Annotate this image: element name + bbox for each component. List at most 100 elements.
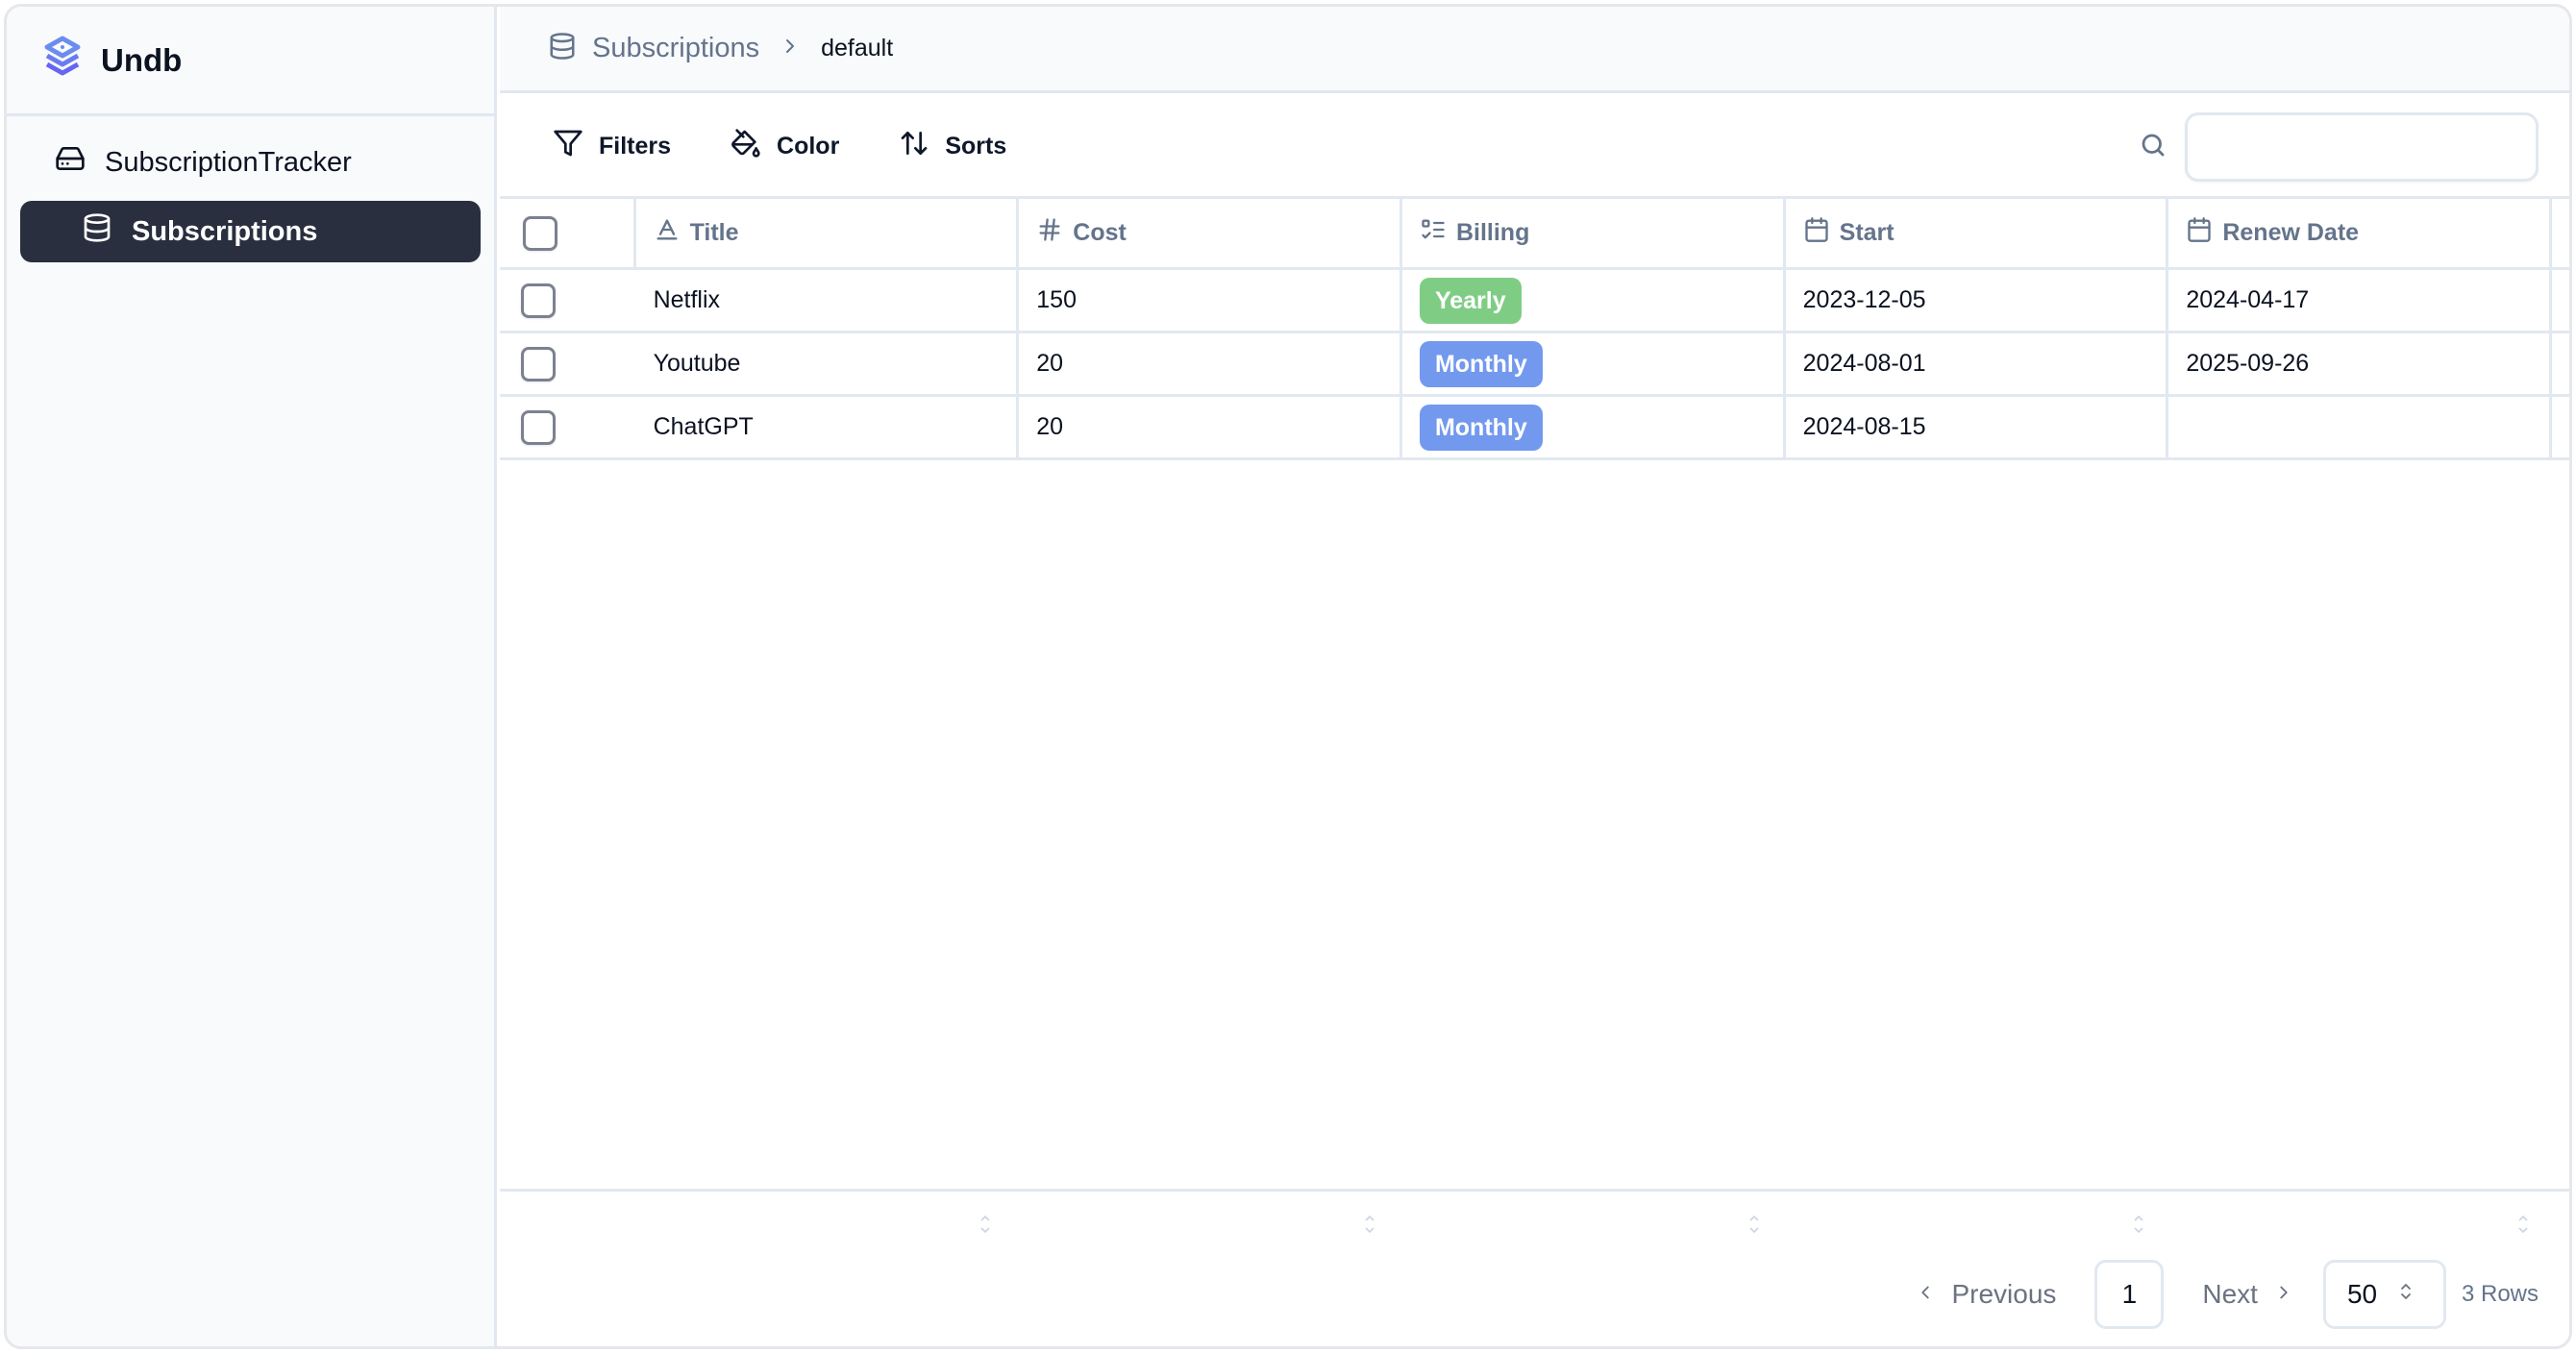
- cost-value: 20: [1036, 413, 1064, 440]
- sidebar: Undb SubscriptionTracker Subscriptions: [7, 7, 497, 1346]
- table-row[interactable]: Youtube 20 Monthly 2024-08-01 2025-09-26: [500, 333, 2569, 397]
- filter-icon: [553, 128, 599, 165]
- cost-cell[interactable]: 20: [1019, 333, 1402, 394]
- start-cell[interactable]: 2023-12-05: [1786, 270, 2169, 331]
- billing-cell[interactable]: Monthly: [1402, 333, 1786, 394]
- search: [2139, 112, 2539, 182]
- billing-badge: Yearly: [1419, 277, 1522, 324]
- sidebar-item-label: Subscriptions: [132, 215, 318, 247]
- renew-date-cell[interactable]: 2024-04-17: [2168, 270, 2553, 331]
- column-header-title[interactable]: Title: [636, 199, 1020, 267]
- select-all-cell: [500, 199, 636, 267]
- cost-cell[interactable]: 20: [1019, 397, 1402, 457]
- breadcrumb: Subscriptions default: [500, 7, 2569, 93]
- column-label: Renew Date: [2222, 219, 2360, 246]
- main-panel: Subscriptions default Filters Color Sort…: [500, 7, 2569, 1346]
- sorts-label: Sorts: [945, 132, 1007, 160]
- column-header-renew-date[interactable]: Renew Date: [2168, 199, 2553, 267]
- chevrons-up-down-icon[interactable]: [2515, 1213, 2531, 1236]
- table-header-row: Title Cost Billing Start Renew Date: [500, 199, 2569, 270]
- color-button[interactable]: Color: [731, 128, 839, 165]
- calendar-icon: [2186, 216, 2222, 250]
- chevron-left-icon: [1915, 1279, 1951, 1310]
- chevrons-up-down-icon[interactable]: [2131, 1213, 2146, 1236]
- row-select-cell: [500, 397, 636, 457]
- title-cell[interactable]: ChatGPT: [636, 397, 1020, 457]
- aggregate-row: [500, 1189, 2569, 1246]
- column-label: Start: [1839, 219, 1895, 246]
- list-checks-icon: [1420, 216, 1456, 250]
- sidebar-nav: SubscriptionTracker Subscriptions: [7, 116, 494, 262]
- app-name: Undb: [101, 41, 183, 78]
- billing-cell[interactable]: Monthly: [1402, 397, 1786, 457]
- title-cell[interactable]: Youtube: [636, 333, 1020, 394]
- column-header-billing[interactable]: Billing: [1402, 199, 1786, 267]
- column-label: Billing: [1455, 219, 1530, 246]
- start-cell[interactable]: 2024-08-01: [1786, 333, 2169, 394]
- database-icon: [548, 31, 592, 66]
- title-value: Youtube: [653, 350, 741, 377]
- billing-badge: Monthly: [1419, 404, 1543, 451]
- hard-drive-icon: [55, 143, 105, 182]
- row-select-cell: [500, 270, 636, 331]
- cost-value: 150: [1036, 286, 1077, 313]
- current-page-button[interactable]: 1: [2094, 1260, 2165, 1329]
- sidebar-item-base[interactable]: SubscriptionTracker: [20, 132, 481, 193]
- start-value: 2024-08-15: [1802, 413, 1926, 440]
- cost-value: 20: [1036, 350, 1064, 377]
- arrow-up-down-icon: [899, 128, 945, 165]
- start-cell[interactable]: 2024-08-15: [1786, 397, 2169, 457]
- column-label: Title: [689, 219, 739, 246]
- renew-date-cell[interactable]: 2025-09-26: [2168, 333, 2553, 394]
- previous-page-button[interactable]: Previous: [1915, 1279, 2056, 1310]
- renew-date-value: 2024-04-17: [2186, 286, 2310, 313]
- next-label: Next: [2202, 1279, 2258, 1309]
- renew-date-cell[interactable]: [2168, 397, 2553, 457]
- brand: Undb: [7, 7, 494, 116]
- undb-logo-icon: [39, 35, 86, 86]
- column-label: Cost: [1073, 219, 1127, 246]
- title-value: Netflix: [653, 286, 721, 313]
- filters-label: Filters: [599, 132, 672, 160]
- cost-cell[interactable]: 150: [1019, 270, 1402, 331]
- paint-bucket-icon: [731, 128, 777, 165]
- title-cell[interactable]: Netflix: [636, 270, 1020, 331]
- chevrons-up-down-icon[interactable]: [1746, 1213, 1762, 1236]
- search-input[interactable]: [2185, 112, 2539, 182]
- start-value: 2024-08-01: [1802, 350, 1926, 377]
- column-header-start[interactable]: Start: [1786, 199, 2169, 267]
- previous-label: Previous: [1951, 1279, 2057, 1309]
- column-header-cost[interactable]: Cost: [1019, 199, 1402, 267]
- search-icon: [2139, 131, 2185, 164]
- row-checkbox[interactable]: [521, 283, 556, 318]
- row-tail-cell: [2552, 270, 2569, 331]
- row-checkbox[interactable]: [521, 346, 556, 381]
- row-checkbox[interactable]: [521, 409, 556, 445]
- row-tail-cell: [2552, 333, 2569, 394]
- text-type-icon: [654, 216, 690, 250]
- page-size-select[interactable]: 50: [2322, 1260, 2446, 1329]
- chevron-right-icon: [759, 35, 821, 62]
- toolbar: Filters Color Sorts: [500, 96, 2569, 199]
- column-header-add[interactable]: [2552, 199, 2569, 267]
- sorts-button[interactable]: Sorts: [899, 128, 1006, 165]
- calendar-icon: [1803, 216, 1840, 250]
- start-value: 2023-12-05: [1802, 286, 1926, 313]
- chevron-right-icon: [2258, 1279, 2294, 1310]
- table-body: Netflix 150 Yearly 2023-12-05 2024-04-17 Yout…: [500, 270, 2569, 460]
- chevrons-up-down-icon[interactable]: [1362, 1213, 1377, 1236]
- next-page-button[interactable]: Next: [2202, 1279, 2294, 1310]
- table-row[interactable]: Netflix 150 Yearly 2023-12-05 2024-04-17: [500, 270, 2569, 333]
- billing-cell[interactable]: Yearly: [1402, 270, 1786, 331]
- color-label: Color: [777, 132, 840, 160]
- breadcrumb-view[interactable]: default: [821, 35, 893, 62]
- filters-button[interactable]: Filters: [553, 128, 671, 165]
- select-all-checkbox[interactable]: [523, 215, 557, 251]
- table-row[interactable]: ChatGPT 20 Monthly 2024-08-15: [500, 397, 2569, 460]
- chevrons-up-down-icon[interactable]: [978, 1213, 993, 1236]
- page-size-value: 50: [2346, 1279, 2378, 1309]
- sidebar-item-label: SubscriptionTracker: [105, 146, 352, 178]
- pagination: Previous 1 Next 50 3 Rows: [1915, 1260, 2539, 1329]
- sidebar-item-subscriptions[interactable]: Subscriptions: [20, 201, 481, 262]
- breadcrumb-table[interactable]: Subscriptions: [592, 33, 759, 64]
